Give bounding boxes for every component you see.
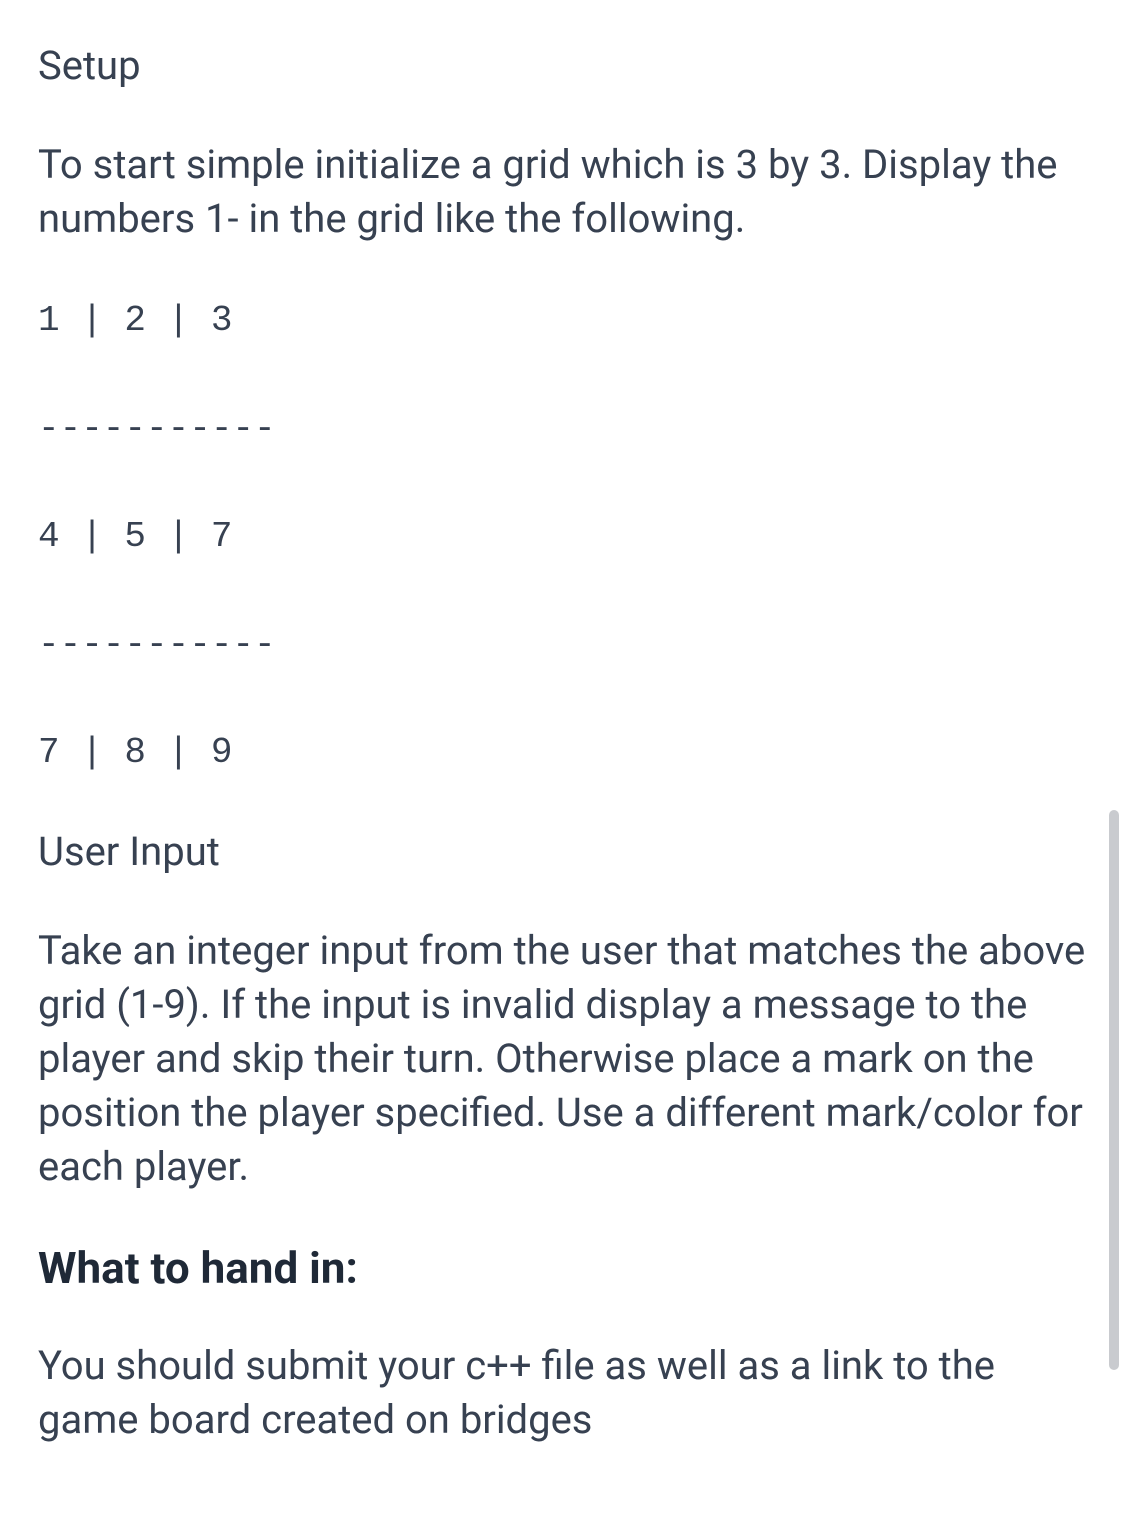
grid-example: 1 | 2 | 3 ----------- 4 | 5 | 7 --------… bbox=[38, 294, 1087, 780]
user-input-body: Take an integer input from the user that… bbox=[38, 924, 1087, 1194]
handin-heading: What to hand in: bbox=[38, 1242, 1087, 1295]
user-input-heading: User Input bbox=[38, 828, 1087, 876]
handin-body: You should submit your c++ file as well … bbox=[38, 1339, 1087, 1447]
setup-heading: Setup bbox=[38, 42, 1087, 90]
scrollbar-thumb[interactable] bbox=[1109, 810, 1119, 1370]
setup-body: To start simple initialize a grid which … bbox=[38, 138, 1087, 246]
